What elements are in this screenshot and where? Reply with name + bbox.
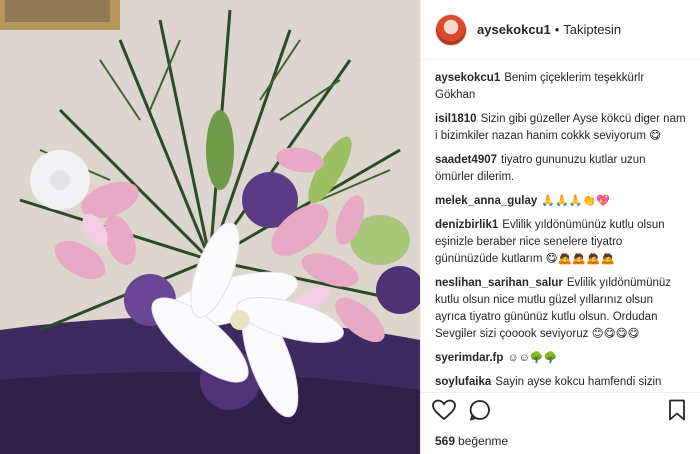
comment-item: neslihan_sarihan_salur Evlilik yıldönümün… bbox=[435, 275, 686, 343]
caption-username[interactable]: aysekokcu1 bbox=[435, 72, 500, 84]
comment-username[interactable]: isil1810 bbox=[435, 113, 477, 125]
comment-item: denizbirlik1 Evlilik yıldönümünüz kutlu o… bbox=[435, 217, 686, 268]
comment-username[interactable]: neslihan_sarihan_salur bbox=[435, 277, 563, 289]
heart-icon[interactable] bbox=[431, 397, 457, 423]
comment-username[interactable]: denizbirlik1 bbox=[435, 219, 498, 231]
comments-list[interactable]: aysekokcu1 Benim çiçeklerim teşekkürlr Gö… bbox=[421, 60, 700, 392]
comment-item: syerimdar.fp ☺☺🌳🌳 bbox=[435, 350, 686, 367]
comment-item: isil1810 Sizin gibi güzeller Ayse kökcü d… bbox=[435, 111, 686, 145]
likes-count[interactable]: 569 beğenme bbox=[435, 434, 508, 448]
comment-item: soylufaika Sayin ayse kokcu hamfendi sizi… bbox=[435, 374, 686, 391]
post-header: aysekokcu1 • Takiptesin bbox=[421, 0, 700, 60]
author-username[interactable]: aysekokcu1 bbox=[477, 22, 551, 37]
follow-status[interactable]: Takiptesin bbox=[563, 22, 621, 37]
action-bar bbox=[421, 392, 700, 426]
comment-text: Sayin ayse kokcu hamfendi sizin bbox=[495, 376, 662, 388]
likes-number: 569 bbox=[435, 434, 456, 448]
avatar[interactable] bbox=[435, 13, 467, 46]
comment-text: ☺☺🌳🌳 bbox=[507, 352, 558, 364]
flower-bouquet-image bbox=[0, 0, 420, 454]
comment-item: melek_anna_gulay 🙏🙏🙏👏💖 bbox=[435, 193, 686, 210]
post-sidebar: aysekokcu1 • Takiptesin aysekokcu1 Benim … bbox=[420, 0, 700, 454]
separator-dot: • bbox=[554, 22, 560, 37]
comment-icon[interactable] bbox=[467, 397, 493, 423]
comment-username[interactable]: syerimdar.fp bbox=[435, 352, 503, 364]
comment-username[interactable]: soylufaika bbox=[435, 376, 491, 388]
post-photo[interactable] bbox=[0, 0, 420, 454]
likes-label: beğenme bbox=[458, 434, 509, 448]
caption: aysekokcu1 Benim çiçeklerim teşekkürlr Gö… bbox=[435, 70, 686, 104]
comment-item: saadet4907 tiyatro gununuzu kutlar uzun ö… bbox=[435, 152, 686, 186]
comment-username[interactable]: melek_anna_gulay bbox=[435, 195, 537, 207]
comment-username[interactable]: saadet4907 bbox=[435, 154, 497, 166]
comment-text: 🙏🙏🙏👏💖 bbox=[541, 195, 610, 207]
bookmark-icon[interactable] bbox=[664, 397, 690, 423]
